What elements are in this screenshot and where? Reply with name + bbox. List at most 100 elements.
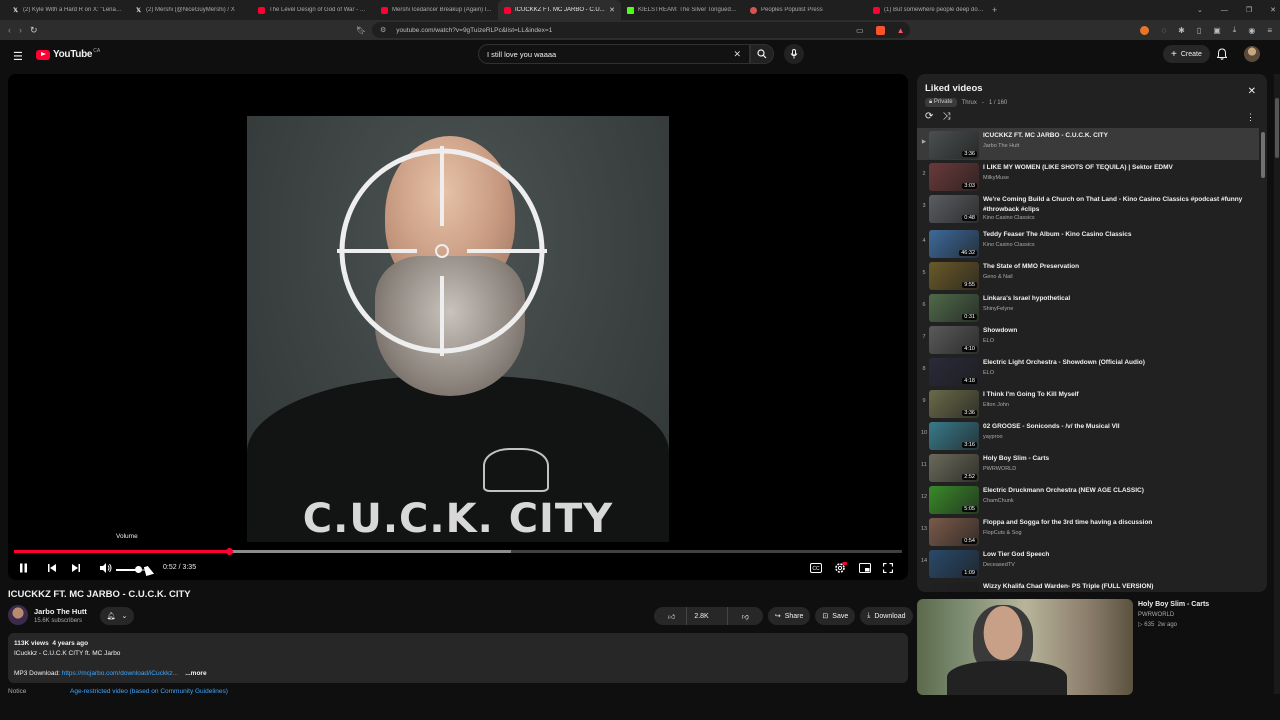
playlist-item[interactable]: 7 4:10 Showdown ELO (917, 323, 1259, 355)
screen-cast-icon[interactable]: ▭ (856, 26, 864, 35)
playlist-item[interactable]: 3 0:48 We're Coming Build a Church on That… (917, 192, 1259, 227)
tab-list-icon[interactable]: ⌄ (1197, 6, 1203, 14)
download-button[interactable]: ⤓ Download (860, 607, 913, 625)
loop-icon[interactable]: ⟳ (925, 111, 933, 122)
item-thumbnail[interactable]: 5:05 (929, 486, 979, 514)
item-thumbnail[interactable]: 9:55 (929, 262, 979, 290)
description-box[interactable]: 113K views 4 years ago ICuckkz - C.U.C.K… (8, 633, 908, 683)
playlist-scrollbar[interactable] (1261, 132, 1265, 178)
create-button[interactable]: + Create (1163, 45, 1210, 63)
minimize-icon[interactable]: — (1221, 7, 1228, 14)
playlist-item[interactable]: 13 0:54 Floppa and Sogga for the 3rd time … (917, 515, 1259, 547)
clear-search-icon[interactable]: ✕ (733, 49, 741, 60)
close-window-icon[interactable]: ✕ (1270, 6, 1276, 14)
item-thumbnail[interactable]: 3:03 (929, 163, 979, 191)
dislike-button[interactable]: 👎︎ (726, 607, 763, 625)
item-thumbnail[interactable] (929, 582, 979, 592)
playlist-item[interactable]: 4 46:32 Teddy Feaser The Album - Kino Casi… (917, 227, 1259, 259)
page-scrollbar-thumb[interactable] (1275, 98, 1279, 158)
item-thumbnail[interactable]: 1:09 (929, 550, 979, 578)
recommended-title[interactable]: Holy Boy Slim - Carts (1138, 601, 1209, 608)
playlist-item[interactable]: 11 2:52 Holy Boy Slim - Carts PWRWORLD (917, 451, 1259, 483)
save-button[interactable]: ⊡ Save (815, 607, 856, 625)
item-thumbnail[interactable]: 3:36 (929, 390, 979, 418)
playlist-item[interactable]: 8 4:18 Electric Light Orchestra - Showdown… (917, 355, 1259, 387)
miniplayer-icon[interactable] (859, 563, 871, 573)
video-player[interactable]: C.U.C.K. CITY Volume 0:52 / 3:35 CC (8, 74, 908, 580)
item-thumbnail[interactable]: 3:36 (929, 131, 979, 159)
playlist-item[interactable]: 2 3:03 I LIKE MY WOMEN (LIKE SHOTS OF TEQU… (917, 160, 1259, 192)
item-thumbnail[interactable]: 2:52 (929, 454, 979, 482)
like-button[interactable]: 👍︎ 2.8K (654, 607, 723, 625)
captions-icon[interactable]: CC (810, 563, 822, 573)
item-thumbnail[interactable]: 3:16 (929, 422, 979, 450)
item-thumbnail[interactable]: 4:10 (929, 326, 979, 354)
restore-icon[interactable]: ❐ (1246, 6, 1252, 14)
playlist-owner[interactable]: Thrux (962, 100, 977, 106)
progress-scrubber[interactable] (225, 548, 233, 555)
rewards-icon[interactable]: ▲ (897, 26, 905, 35)
playlist-title[interactable]: Liked videos (925, 83, 983, 94)
extension-orange-icon[interactable] (1140, 25, 1150, 35)
playlist-item[interactable]: 12 5:05 Electric Druckmann Orchestra (NEW … (917, 483, 1259, 515)
bookmark-icon[interactable]: 🔖︎ (356, 26, 366, 35)
next-icon[interactable] (71, 563, 81, 573)
profile-icon[interactable]: ◉ (1248, 26, 1255, 35)
playlist-item[interactable]: 6 0:31 Linkara's Israel hypothetical ShinyF… (917, 291, 1259, 323)
item-thumbnail[interactable]: 0:48 (929, 195, 979, 223)
wallet-icon[interactable]: ▣ (1213, 26, 1221, 35)
guide-menu-icon[interactable]: ☰ (13, 50, 23, 63)
browser-tab[interactable]: The Level Design of God of War - Yo... (252, 0, 375, 20)
download-icon[interactable]: ⤓ (1233, 25, 1237, 35)
forward-icon[interactable]: › (19, 25, 22, 35)
volume-knob[interactable] (134, 566, 142, 573)
settings-gear-icon[interactable] (834, 562, 847, 574)
browser-tab-active[interactable]: ICUCKKZ FT. MC JARBO - C.U... ✕ (498, 0, 621, 20)
menu-icon[interactable]: ≡ (1267, 26, 1272, 35)
item-thumbnail[interactable]: 46:32 (929, 230, 979, 258)
playlist-more-icon[interactable]: ⋮ (1246, 112, 1255, 123)
notifications-bell-icon[interactable] (1217, 48, 1227, 60)
browser-tab[interactable]: Peoples Populist Press (744, 0, 867, 20)
pause-icon[interactable] (19, 563, 28, 573)
voice-search-button[interactable] (784, 44, 804, 64)
search-input[interactable] (487, 49, 717, 59)
item-thumbnail[interactable]: 4:18 (929, 358, 979, 386)
age-restriction-link[interactable]: Age-restricted video (based on Community… (70, 688, 228, 695)
playlist-item[interactable]: 14 1:09 Low Tier God Speech DeceasedTV (917, 547, 1259, 579)
volume-icon[interactable] (99, 562, 112, 574)
mp3-download-link[interactable]: https://mcjarbo.com/download/iCuckkz... (62, 670, 178, 677)
close-tab-icon[interactable]: ✕ (609, 6, 615, 14)
shuffle-icon[interactable]: ⤨ (942, 111, 950, 122)
search-button[interactable] (750, 44, 774, 64)
back-icon[interactable]: ‹ (8, 25, 11, 35)
close-playlist-icon[interactable]: ✕ (1248, 86, 1256, 97)
browser-tab[interactable]: (1) But somewhere people deep dow... (867, 0, 990, 20)
browser-tab[interactable]: 𝕏 (2) Mershi (@NiceGuyMershi) / X (129, 0, 252, 20)
subscription-bell-button[interactable]: 🔔︎ ⌄ (100, 607, 134, 625)
show-more-link[interactable]: ...more (185, 670, 206, 677)
browser-tab[interactable]: 𝕏 (2) Kyle With a Hard R on X: "Lena T... (6, 0, 129, 20)
brave-shield-icon[interactable] (875, 25, 885, 35)
playlist-item[interactable]: 9 3:36 I Think I'm Going To Kill Myself Elt… (917, 387, 1259, 419)
extension-puzzle-icon[interactable]: ✱ (1178, 26, 1185, 35)
account-avatar[interactable] (1244, 46, 1260, 62)
extension-chat-icon[interactable]: ◌ (1161, 26, 1166, 35)
playlist-item-current[interactable]: ▶ 3:36 ICUCKKZ FT. MC JARBO - C.U.C.K. CIT… (917, 128, 1259, 160)
url-field[interactable]: ⚙ youtube.com/watch?v=9gTuizeRLPc&list=L… (372, 22, 910, 38)
new-tab-button[interactable]: + (992, 5, 997, 15)
item-thumbnail[interactable]: 0:31 (929, 294, 979, 322)
playlist-item[interactable]: Wizzy Khalifa Chad Warden- PS Triple (FU… (917, 579, 1259, 592)
sidebar-icon[interactable]: ▯ (1197, 26, 1201, 35)
reload-icon[interactable]: ↻ (30, 25, 38, 36)
channel-avatar[interactable] (8, 605, 28, 625)
channel-name[interactable]: Jarbo The Hutt (34, 607, 87, 616)
browser-tab[interactable]: KIELSTREAM: The Silver Tongued Dev... (621, 0, 744, 20)
previous-icon[interactable] (47, 563, 57, 573)
youtube-logo[interactable]: YouTube CA (36, 48, 100, 60)
site-info-icon[interactable]: ⚙ (380, 26, 386, 34)
browser-tab[interactable]: Mershi Icedancer Breakup (Again) I... (375, 0, 498, 20)
volume-slider[interactable] (116, 566, 146, 573)
playlist-item[interactable]: 10 3:16 02 GROOSE - Soniconds - /v/ the Mu… (917, 419, 1259, 451)
playlist-item[interactable]: 5 9:55 The State of MMO Preservation Geno &… (917, 259, 1259, 291)
